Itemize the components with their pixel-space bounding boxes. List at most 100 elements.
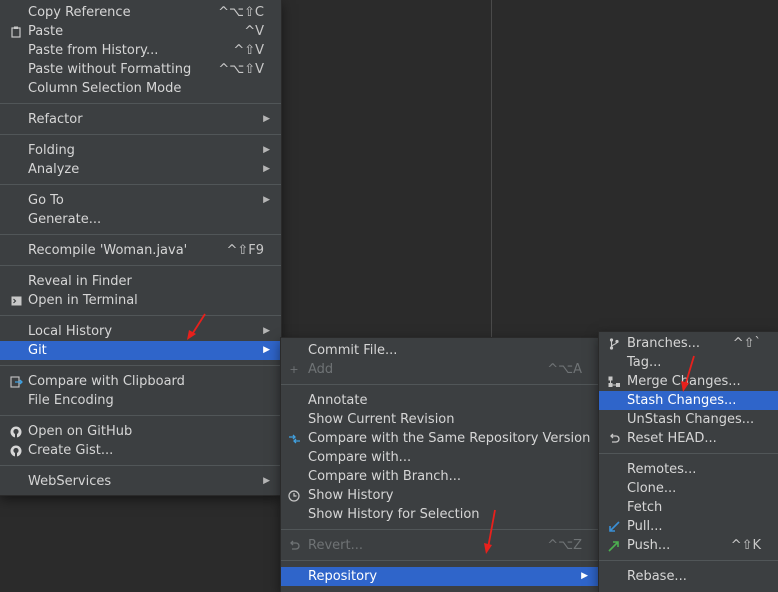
menu-separator [0,103,281,104]
menu-item-label: Show History for Selection [308,507,480,522]
menu-item-fetch[interactable]: Fetch [599,498,778,517]
menu-item-label: Paste from History... [28,43,159,58]
menu-item-label: Reset HEAD... [627,431,717,446]
menu-item-create-gist[interactable]: Create Gist... [0,441,281,460]
submenu-arrow-icon: ▶ [263,195,270,205]
shortcut-label: ^⇧V [233,43,264,58]
menu-separator [0,134,281,135]
menu-item-column-selection-mode[interactable]: Column Selection Mode [0,79,281,98]
git-submenu: Commit File... + Add ^⌥A Annotate Show C… [281,338,599,592]
menu-item-analyze[interactable]: Analyze ▶ [0,160,281,179]
menu-item-label: Paste without Formatting [28,62,192,77]
menu-item-label: Show History [308,488,394,503]
menu-separator [281,560,599,561]
menu-item-compare-with[interactable]: Compare with... [281,448,599,467]
menu-item-commit-file[interactable]: Commit File... [281,341,599,360]
menu-item-label: Pull... [627,519,663,534]
menu-item-paste[interactable]: Paste ^V [0,22,281,41]
branch-icon [607,334,621,353]
menu-item-repository[interactable]: Repository ▶ [281,567,599,586]
menu-item-copy-reference[interactable]: Copy Reference ^⌥⇧C [0,3,281,22]
menu-separator [0,365,281,366]
shortcut-label: ^⌥A [547,362,582,377]
menu-item-label: Compare with Clipboard [28,374,185,389]
menu-separator [0,265,281,266]
menu-item-label: File Encoding [28,393,114,408]
github-icon [9,422,23,441]
menu-item-label: Compare with... [308,450,412,465]
menu-item-show-history-for-selection[interactable]: Show History for Selection [281,505,599,524]
menu-item-label: Git [28,343,47,358]
menu-separator [0,315,281,316]
menu-item-show-history[interactable]: Show History [281,486,599,505]
menu-item-label: Revert... [308,538,363,553]
menu-item-remotes[interactable]: Remotes... [599,460,778,479]
menu-item-clone[interactable]: Clone... [599,479,778,498]
menu-item-webservices[interactable]: WebServices ▶ [0,472,281,491]
shortcut-label: ^⌥⇧V [218,62,264,77]
menu-item-compare-same-repo-version[interactable]: Compare with the Same Repository Version [281,429,599,448]
menu-item-go-to[interactable]: Go To ▶ [0,191,281,210]
menu-item-reset-head[interactable]: Reset HEAD... [599,429,778,448]
menu-item-label: Fetch [627,500,663,515]
menu-item-label: Commit File... [308,343,398,358]
menu-item-recompile[interactable]: Recompile 'Woman.java' ^⇧F9 [0,241,281,260]
shortcut-label: ^V [244,24,264,39]
menu-item-unstash-changes[interactable]: UnStash Changes... [599,410,778,429]
menu-item-compare-with-branch[interactable]: Compare with Branch... [281,467,599,486]
menu-separator [281,529,599,530]
menu-separator [0,465,281,466]
compare-arrows-icon [287,429,301,448]
menu-item-open-on-github[interactable]: Open on GitHub [0,422,281,441]
editor-divider [491,0,492,338]
menu-item-label: Compare with Branch... [308,469,462,484]
menu-item-paste-from-history[interactable]: Paste from History... ^⇧V [0,41,281,60]
compare-clipboard-icon [9,372,23,391]
menu-item-label: Go To [28,193,64,208]
menu-item-rebase[interactable]: Rebase... [599,567,778,586]
undo-icon [607,429,621,448]
menu-item-paste-without-formatting[interactable]: Paste without Formatting ^⌥⇧V [0,60,281,79]
menu-separator [0,184,281,185]
menu-item-label: Column Selection Mode [28,81,182,96]
menu-item-compare-with-clipboard[interactable]: Compare with Clipboard [0,372,281,391]
menu-separator [599,560,778,561]
menu-item-label: Refactor [28,112,83,127]
menu-item-label: Show Current Revision [308,412,455,427]
menu-item-open-in-terminal[interactable]: Open in Terminal [0,291,281,310]
menu-item-label: Analyze [28,162,80,177]
menu-item-local-history[interactable]: Local History ▶ [0,322,281,341]
menu-item-push[interactable]: Push... ^⇧K [599,536,778,555]
menu-item-git[interactable]: Git ▶ [0,341,281,360]
submenu-arrow-icon: ▶ [263,476,270,486]
submenu-arrow-icon: ▶ [263,326,270,336]
annotation-arrow-icon [187,313,206,340]
merge-icon [607,372,621,391]
menu-item-label: Generate... [28,212,102,227]
menu-item-label: Local History [28,324,113,339]
editor-context-menu: Copy Reference ^⌥⇧C Paste ^V Paste from … [0,0,281,495]
menu-item-label: Add [308,362,334,377]
menu-item-revert[interactable]: Revert... ^⌥Z [281,536,599,555]
menu-item-pull[interactable]: Pull... [599,517,778,536]
shortcut-label: ^⇧F9 [226,243,264,258]
push-arrow-icon [607,536,621,555]
menu-item-add[interactable]: + Add ^⌥A [281,360,599,379]
shortcut-label: ^⌥Z [547,538,582,553]
submenu-arrow-icon: ▶ [263,345,270,355]
menu-item-label: Push... [627,538,671,553]
menu-item-label: Folding [28,143,75,158]
menu-item-annotate[interactable]: Annotate [281,391,599,410]
menu-item-show-current-revision[interactable]: Show Current Revision [281,410,599,429]
menu-item-label: Compare with the Same Repository Version [308,431,591,446]
menu-item-file-encoding[interactable]: File Encoding [0,391,281,410]
menu-item-generate[interactable]: Generate... [0,210,281,229]
menu-item-folding[interactable]: Folding ▶ [0,141,281,160]
menu-item-reveal-in-finder[interactable]: Reveal in Finder [0,272,281,291]
shortcut-label: ^⇧K [730,538,761,553]
menu-separator [281,384,599,385]
menu-item-label: Recompile 'Woman.java' [28,243,188,258]
menu-item-refactor[interactable]: Refactor ▶ [0,110,281,129]
menu-item-branches[interactable]: Branches... ^⇧` [599,334,778,353]
clipboard-icon [9,22,23,41]
